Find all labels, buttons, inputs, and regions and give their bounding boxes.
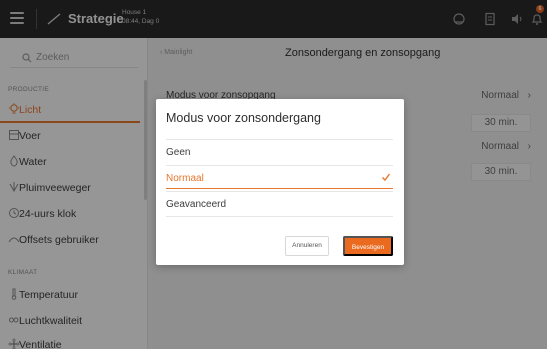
option-geavanceerd[interactable]: Geavanceerd	[166, 191, 393, 217]
checkmark-icon	[382, 173, 391, 182]
dialog-title: Modus voor zonsondergang	[166, 111, 321, 125]
option-label: Normaal	[166, 173, 204, 184]
option-normaal[interactable]: Normaal	[166, 165, 393, 189]
option-geen[interactable]: Geen	[166, 139, 393, 163]
option-label: Geen	[166, 147, 191, 158]
cancel-button[interactable]: Annuleren	[285, 236, 329, 256]
sunset-mode-dialog: Modus voor zonsondergang Geen Normaal Ge…	[156, 99, 404, 265]
confirm-button[interactable]: Bevestigen	[343, 236, 393, 256]
option-label: Geavanceerd	[166, 199, 227, 210]
